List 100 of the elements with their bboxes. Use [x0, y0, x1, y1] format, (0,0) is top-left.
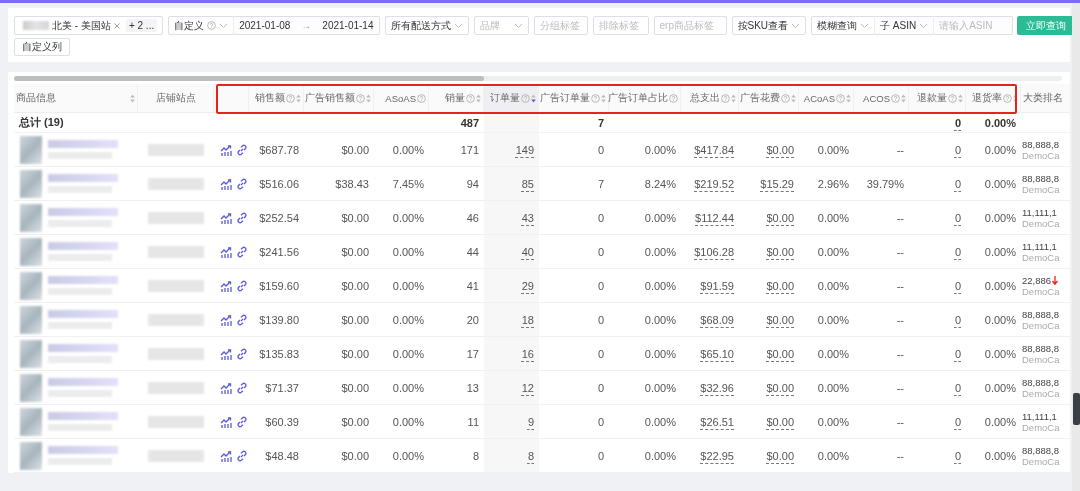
table-cell[interactable]: 0: [909, 133, 966, 166]
table-cell[interactable]: $219.52: [681, 167, 739, 200]
sort-icon[interactable]: [531, 93, 536, 103]
filter-select[interactable]: 自定义: [168, 16, 235, 35]
table-cell[interactable]: 0: [909, 337, 966, 370]
table-cell[interactable]: $0.00: [739, 371, 799, 404]
table-cell[interactable]: $68.09: [681, 303, 739, 336]
table-cell[interactable]: 18: [484, 303, 539, 336]
marketplace-select[interactable]: 北美 - 美国站 + 2 ...: [14, 16, 164, 35]
trend-chart-icon[interactable]: [220, 211, 232, 224]
blurred-text: [148, 245, 204, 258]
table-cell[interactable]: 0: [909, 201, 966, 234]
table-cell-text: 0.00%: [816, 448, 850, 464]
table-cell[interactable]: $0.00: [739, 235, 799, 268]
table-cell[interactable]: 0: [909, 405, 966, 438]
table-cell-text: 20: [465, 312, 480, 328]
trend-chart-icon[interactable]: [220, 143, 232, 156]
table-cell[interactable]: 29: [484, 269, 539, 302]
sort-icon[interactable]: [1013, 93, 1018, 103]
table-cell[interactable]: 149: [484, 133, 539, 166]
trend-chart-icon[interactable]: [220, 347, 232, 360]
filter-select[interactable]: 按SKU查看: [731, 16, 807, 35]
table-cell-text: $38.43: [334, 176, 370, 192]
table-cell[interactable]: 0: [909, 167, 966, 200]
link-icon[interactable]: [236, 347, 248, 360]
total-value[interactable]: 0: [909, 113, 966, 132]
link-icon[interactable]: [236, 177, 248, 190]
table-cell[interactable]: 9: [484, 405, 539, 438]
column-header[interactable]: 广告订单量: [539, 84, 609, 112]
trend-chart-icon[interactable]: [220, 279, 232, 292]
table-cell[interactable]: 43: [484, 201, 539, 234]
link-icon[interactable]: [236, 245, 248, 258]
table-cell[interactable]: $15.29: [739, 167, 799, 200]
table-cell[interactable]: $0.00: [739, 269, 799, 302]
table-cell-text: 0.00%: [391, 380, 425, 396]
table-cell-text: 0.00%: [983, 142, 1017, 158]
marketplace-tag[interactable]: + 2 ...: [125, 19, 158, 32]
table-cell[interactable]: $0.00: [739, 405, 799, 438]
link-icon[interactable]: [236, 415, 248, 428]
table-cell[interactable]: $106.28: [681, 235, 739, 268]
table-cell[interactable]: $112.44: [681, 201, 739, 234]
scrollbar-thumb[interactable]: [1073, 393, 1080, 425]
column-header[interactable]: 商品信息: [14, 84, 138, 112]
link-icon[interactable]: [236, 211, 248, 224]
trend-chart-icon[interactable]: [220, 313, 232, 326]
table-cell[interactable]: 0: [909, 235, 966, 268]
link-icon[interactable]: [236, 381, 248, 394]
table-cell-text: 11: [466, 414, 480, 430]
filter-select[interactable]: 模糊查询: [811, 16, 876, 35]
table-cell[interactable]: $0.00: [739, 201, 799, 234]
table-cell[interactable]: 16: [484, 337, 539, 370]
table-cell[interactable]: $0.00: [739, 439, 799, 472]
table-cell[interactable]: 0: [909, 303, 966, 336]
date-range-field[interactable]: 2021-01-08 → 2021-01-14: [233, 16, 380, 35]
blurred-text: [48, 378, 118, 397]
trend-chart-icon[interactable]: [220, 415, 232, 428]
trend-chart-icon[interactable]: [220, 449, 232, 462]
vertical-scrollbar[interactable]: [1072, 3, 1080, 491]
photo-placeholder: [20, 237, 42, 266]
table-cell[interactable]: $65.10: [681, 337, 739, 370]
table-cell-text: 0.00%: [983, 176, 1017, 192]
table-cell[interactable]: 85: [484, 167, 539, 200]
table-cell-text: 46: [465, 210, 480, 226]
table-cell[interactable]: $0.00: [739, 337, 799, 370]
table-cell[interactable]: 40: [484, 235, 539, 268]
column-header[interactable]: 退货率: [966, 84, 1021, 112]
column-header[interactable]: 退款量: [909, 84, 966, 112]
column-header[interactable]: 销售额: [249, 84, 304, 112]
column-header[interactable]: 订单量: [484, 84, 539, 112]
table-cell[interactable]: $0.00: [739, 133, 799, 166]
table-cell[interactable]: $26.51: [681, 405, 739, 438]
table-cell-text: --: [895, 448, 905, 464]
column-header[interactable]: ACoAS: [799, 84, 854, 112]
column-header[interactable]: 广告销售额: [304, 84, 374, 112]
horizontal-scrollbar[interactable]: [14, 76, 1062, 81]
table-cell[interactable]: 8: [484, 439, 539, 472]
table-cell[interactable]: $417.84: [681, 133, 739, 166]
table-cell[interactable]: 0: [909, 439, 966, 472]
trend-chart-icon[interactable]: [220, 245, 232, 258]
trend-chart-icon[interactable]: [220, 381, 232, 394]
column-header[interactable]: ACOS: [854, 84, 909, 112]
table-cell[interactable]: 0: [909, 371, 966, 404]
filter-select[interactable]: 子 ASIN: [874, 16, 935, 35]
chevron-down-icon: [791, 22, 801, 29]
table-cell[interactable]: $22.95: [681, 439, 739, 472]
table-cell[interactable]: $0.00: [739, 303, 799, 336]
column-header[interactable]: 总支出: [681, 84, 739, 112]
link-icon[interactable]: [236, 449, 248, 462]
link-icon[interactable]: [236, 313, 248, 326]
table-cell[interactable]: 0: [909, 269, 966, 302]
filter-select[interactable]: 所有配送方式: [384, 16, 469, 35]
column-header[interactable]: 广告花费: [739, 84, 799, 112]
link-icon[interactable]: [236, 279, 248, 292]
link-icon[interactable]: [236, 143, 248, 156]
trend-chart-icon[interactable]: [220, 177, 232, 190]
table-cell[interactable]: $91.59: [681, 269, 739, 302]
custom-columns-button[interactable]: 自定义列: [14, 38, 70, 56]
table-cell[interactable]: $32.96: [681, 371, 739, 404]
table-cell[interactable]: 12: [484, 371, 539, 404]
marketplace-tag[interactable]: 北美 - 美国站: [20, 17, 123, 34]
